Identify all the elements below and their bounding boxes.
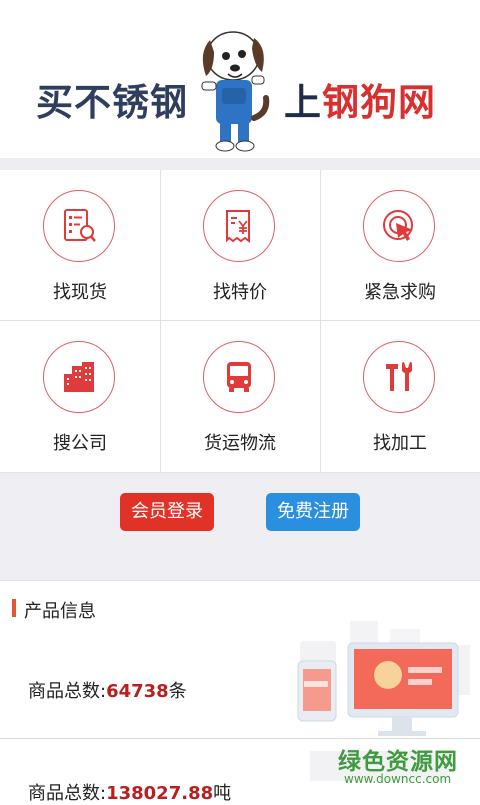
function-grid: 找现货 找特价 紧急求购 搜公司 货运物流 找加工 xyxy=(0,170,480,472)
stat-divider xyxy=(0,738,480,739)
free-register-button[interactable]: 免费注册 xyxy=(266,493,360,531)
target-cursor-icon xyxy=(363,190,435,262)
stat-value: 64738 xyxy=(106,681,169,702)
section-accent-bar xyxy=(12,599,16,617)
slogan-right: 上钢狗网 xyxy=(284,72,436,126)
menu-item-freight-logistics[interactable]: 货运物流 xyxy=(160,321,320,471)
dog-mascot-logo xyxy=(201,31,270,152)
watermark-title: 绿色资源网 xyxy=(338,749,458,775)
stat-label: 商品总数: xyxy=(28,681,107,702)
slogan-right-prefix: 上 xyxy=(284,81,322,124)
menu-item-label: 搜公司 xyxy=(53,433,107,454)
menu-item-find-processing[interactable]: 找加工 xyxy=(320,321,480,471)
watermark-url: www.downcc.com xyxy=(344,772,452,786)
watermark: 绿色资源网 www.downcc.com xyxy=(338,742,462,792)
menu-item-label: 找特价 xyxy=(213,282,267,303)
menu-item-label: 找加工 xyxy=(373,433,427,454)
menu-item-find-special-price[interactable]: 找特价 xyxy=(160,170,320,320)
banner-separator xyxy=(0,158,480,170)
menu-item-search-company[interactable]: 搜公司 xyxy=(0,321,160,471)
slogan-left: 买不锈钢 xyxy=(36,81,188,124)
stat-row: 商品总数:64738条 xyxy=(28,677,187,703)
section-title: 产品信息 xyxy=(24,601,96,622)
menu-item-urgent-purchase[interactable]: 紧急求购 xyxy=(320,170,480,320)
document-search-icon xyxy=(43,190,115,262)
buildings-icon xyxy=(43,341,115,413)
tools-icon xyxy=(363,341,435,413)
member-login-button[interactable]: 会员登录 xyxy=(120,493,214,531)
grid-divider xyxy=(160,170,161,472)
stat-value: 138027.88 xyxy=(106,783,214,804)
stat-label: 商品总数: xyxy=(28,783,107,804)
menu-item-label: 货运物流 xyxy=(204,433,276,454)
banner: 买不锈钢 上钢狗网 xyxy=(0,0,480,158)
grid-divider xyxy=(0,320,480,321)
bus-icon xyxy=(203,341,275,413)
stat-row: 商品总数:138027.88吨 xyxy=(28,779,231,805)
brand-name: 钢狗网 xyxy=(322,81,436,124)
grid-divider xyxy=(320,170,321,472)
menu-item-find-stock[interactable]: 找现货 xyxy=(0,170,160,320)
price-tag-icon xyxy=(203,190,275,262)
menu-item-label: 找现货 xyxy=(53,282,107,303)
stat-unit: 条 xyxy=(168,681,187,702)
stat-unit: 吨 xyxy=(213,783,232,804)
auth-area: 会员登录 免费注册 xyxy=(0,472,480,581)
menu-item-label: 紧急求购 xyxy=(364,282,436,303)
